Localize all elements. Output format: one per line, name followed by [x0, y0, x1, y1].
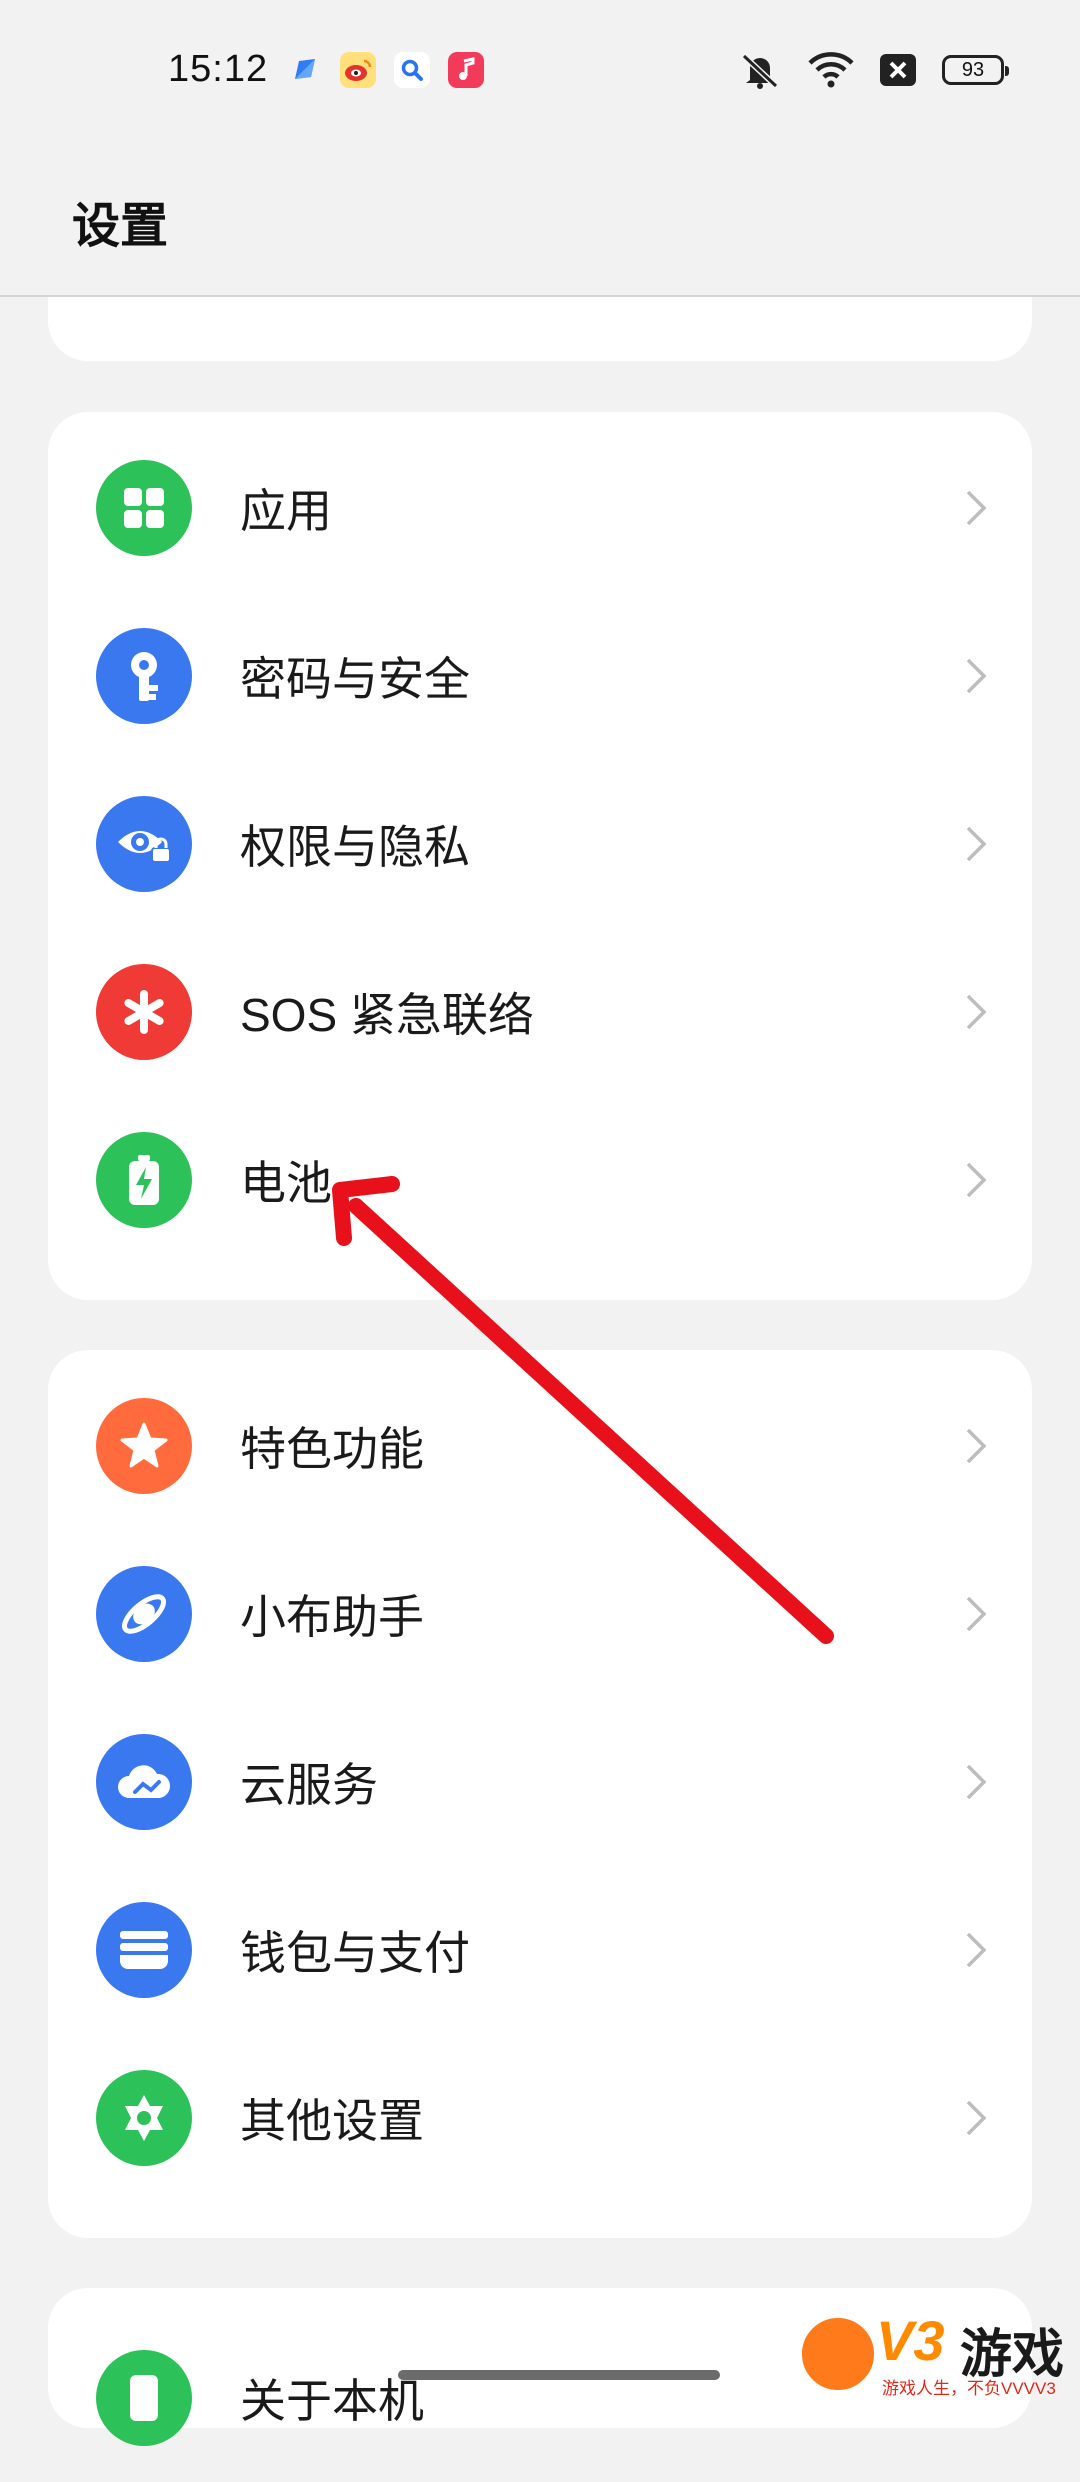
settings-item-label: 其他设置: [240, 2095, 424, 2147]
no-sim-icon: [880, 54, 916, 86]
watermark-brand: V3: [876, 2309, 945, 2372]
watermark-emblem: [798, 2314, 878, 2394]
settings-item-label: 特色功能: [240, 1423, 424, 1475]
search-app-icon: [394, 52, 430, 88]
privacy-eye-icon: [96, 796, 192, 892]
settings-item-label: 钱包与支付: [240, 1927, 470, 1979]
settings-group-2: 特色功能 小布助手 云服务 钱包与支付 其他设置: [48, 1350, 1032, 2238]
app-icon: [286, 52, 322, 88]
chevron-right-icon: [966, 1764, 987, 1800]
page-title: 设置: [72, 200, 169, 253]
header-divider: [0, 295, 1080, 297]
settings-item-label: 应用: [240, 485, 332, 537]
sos-asterisk-icon: [96, 964, 192, 1060]
settings-item-special-features[interactable]: 特色功能: [48, 1362, 1032, 1530]
settings-item-label: 权限与隐私: [240, 821, 470, 873]
wifi-icon: [808, 52, 854, 88]
watermark-slogan: 游戏人生，不负VVVV3: [882, 2379, 1056, 2398]
notification-icons: [286, 52, 484, 88]
chevron-right-icon: [966, 1932, 987, 1968]
chevron-right-icon: [966, 1162, 987, 1198]
cloud-icon: [96, 1734, 192, 1830]
header: 设置: [0, 140, 1080, 296]
chevron-right-icon: [966, 658, 987, 694]
chevron-right-icon: [966, 1428, 987, 1464]
watermark-logo: V3 游戏 游戏人生，不负VVVV3: [790, 2298, 1080, 2400]
settings-item-battery[interactable]: 电池: [48, 1096, 1032, 1264]
settings-item-wallet-payment[interactable]: 钱包与支付: [48, 1866, 1032, 2034]
star-icon: [96, 1398, 192, 1494]
music-icon: [448, 52, 484, 88]
settings-item-cloud-service[interactable]: 云服务: [48, 1698, 1032, 1866]
settings-item-label: 密码与安全: [240, 653, 470, 705]
settings-item-breeno-assistant[interactable]: 小布助手: [48, 1530, 1032, 1698]
assistant-icon: [96, 1566, 192, 1662]
settings-group-1: 应用 密码与安全 权限与隐私 SOS 紧急联络 电池: [48, 412, 1032, 1300]
weibo-icon: [340, 52, 376, 88]
settings-item-label: SOS 紧急联络: [240, 989, 534, 1041]
settings-item-label: 关于本机: [240, 2375, 424, 2427]
chevron-right-icon: [966, 2100, 987, 2136]
apps-icon: [96, 460, 192, 556]
battery-level: 93: [961, 58, 985, 81]
status-bar: 15:12 93: [0, 0, 1080, 140]
key-icon: [96, 628, 192, 724]
settings-item-sos[interactable]: SOS 紧急联络: [48, 928, 1032, 1096]
battery-icon: 93: [942, 55, 1009, 85]
home-indicator[interactable]: [398, 2370, 720, 2380]
settings-item-apps[interactable]: 应用: [48, 424, 1032, 592]
settings-item-label: 小布助手: [240, 1591, 424, 1643]
previous-group-clip: [0, 297, 1080, 369]
settings-item-password-security[interactable]: 密码与安全: [48, 592, 1032, 760]
settings-item-label: 电池: [240, 1157, 332, 1209]
previous-settings-group: [48, 297, 1032, 361]
mute-icon: [741, 53, 779, 89]
chevron-right-icon: [966, 994, 987, 1030]
chevron-right-icon: [966, 490, 987, 526]
wallet-icon: [96, 1902, 192, 1998]
chevron-right-icon: [966, 1596, 987, 1632]
settings-item-other-settings[interactable]: 其他设置: [48, 2034, 1032, 2202]
battery-charging-icon: [96, 1132, 192, 1228]
settings-item-permissions-privacy[interactable]: 权限与隐私: [48, 760, 1032, 928]
phone-icon: [96, 2350, 192, 2446]
gear-icon: [96, 2070, 192, 2166]
chevron-right-icon: [966, 826, 987, 862]
settings-item-label: 云服务: [240, 1759, 378, 1811]
status-time: 15:12: [168, 48, 269, 90]
system-icons: 93: [738, 50, 1009, 90]
